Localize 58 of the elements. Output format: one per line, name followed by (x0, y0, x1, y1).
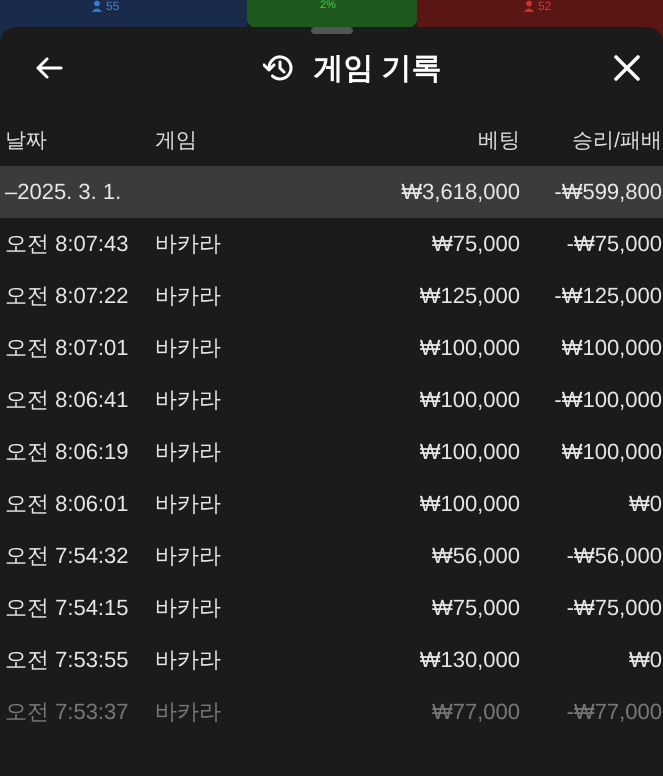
table-cell-text: ₩3,618,000 (400, 179, 520, 205)
table-cell-text: 바카라 (155, 594, 222, 622)
table-cell-text: 바카라 (155, 438, 222, 466)
table-cell-text: -₩100,000 (553, 387, 662, 413)
table-cell-text: ₩0 (628, 491, 662, 517)
banker-count: 52 (538, 0, 552, 13)
table-cell-text: 오전 7:53:37 (5, 698, 130, 726)
table-cell-text: 오전 8:07:01 (5, 334, 130, 362)
table-cell-text: 바카라 (155, 334, 222, 362)
table-cell-text: ₩100,000 (418, 335, 520, 361)
table-cell-text: -₩77,000 (566, 699, 662, 725)
table-cell-text: 오전 7:53:55 (5, 646, 130, 674)
table-cell-text: -₩75,000 (566, 231, 662, 257)
close-icon (613, 54, 641, 82)
table-cell-text: -₩125,000 (553, 283, 662, 309)
table-cell-text: 오전 8:06:01 (5, 490, 130, 518)
column-header: 날짜 (5, 128, 48, 154)
column-header: 게임 (155, 128, 198, 154)
back-arrow-icon (34, 56, 64, 80)
table-cell-text: 바카라 (155, 698, 222, 726)
table-cell-text: ₩0 (628, 647, 662, 673)
player-count: 55 (106, 0, 120, 13)
table-cell-text: 바카라 (155, 542, 222, 570)
table-cell-text: 오전 8:06:41 (5, 386, 130, 414)
table-cell-text: -₩599,800 (553, 179, 662, 205)
person-icon (524, 0, 534, 12)
table-cell-text: 오전 8:06:19 (5, 438, 130, 466)
table-cell-text: ₩100,000 (560, 335, 662, 361)
table-cell-text: -₩56,000 (566, 543, 662, 569)
history-icon (263, 53, 296, 83)
table-cell-text: 오전 7:54:15 (5, 594, 130, 622)
table-cell-text: ₩100,000 (418, 491, 520, 517)
table-cell-text: ₩130,000 (418, 647, 520, 673)
table-cell-text: ₩75,000 (430, 595, 520, 621)
table-cell-text: ₩125,000 (418, 283, 520, 309)
table-cell-text: ₩100,000 (560, 439, 662, 465)
table-cell-text: 바카라 (155, 646, 222, 674)
date-group-row[interactable]: –2025. 3. 1. ₩3,618,000 -₩599,800 (0, 166, 663, 218)
table-cell-text: 오전 8:07:22 (5, 282, 130, 310)
table-cell-text: 오전 8:07:43 (5, 230, 130, 258)
table-cell-text: -₩75,000 (566, 595, 662, 621)
table-cell-text: 바카라 (155, 490, 222, 518)
group-date: –2025. 3. 1. (5, 179, 122, 205)
table-cell-text: 바카라 (155, 386, 222, 414)
table-cell-text: 바카라 (155, 282, 222, 310)
drag-handle[interactable] (310, 27, 352, 34)
table-cell-text: 바카라 (155, 230, 222, 258)
table-cell-text: ₩75,000 (430, 231, 520, 257)
table-cell-text: ₩77,000 (430, 699, 520, 725)
table-cell-text: ₩100,000 (418, 387, 520, 413)
column-header: 베팅 (477, 128, 520, 154)
percent-label: 2% (320, 0, 336, 11)
sheet-title: 게임 기록 (313, 50, 442, 86)
table-cell-text: 오전 7:54:32 (5, 542, 130, 570)
column-header: 승리/패배 (571, 128, 662, 154)
person-icon (92, 0, 102, 12)
table-cell-text: ₩56,000 (430, 543, 520, 569)
table-cell-text: ₩100,000 (418, 439, 520, 465)
